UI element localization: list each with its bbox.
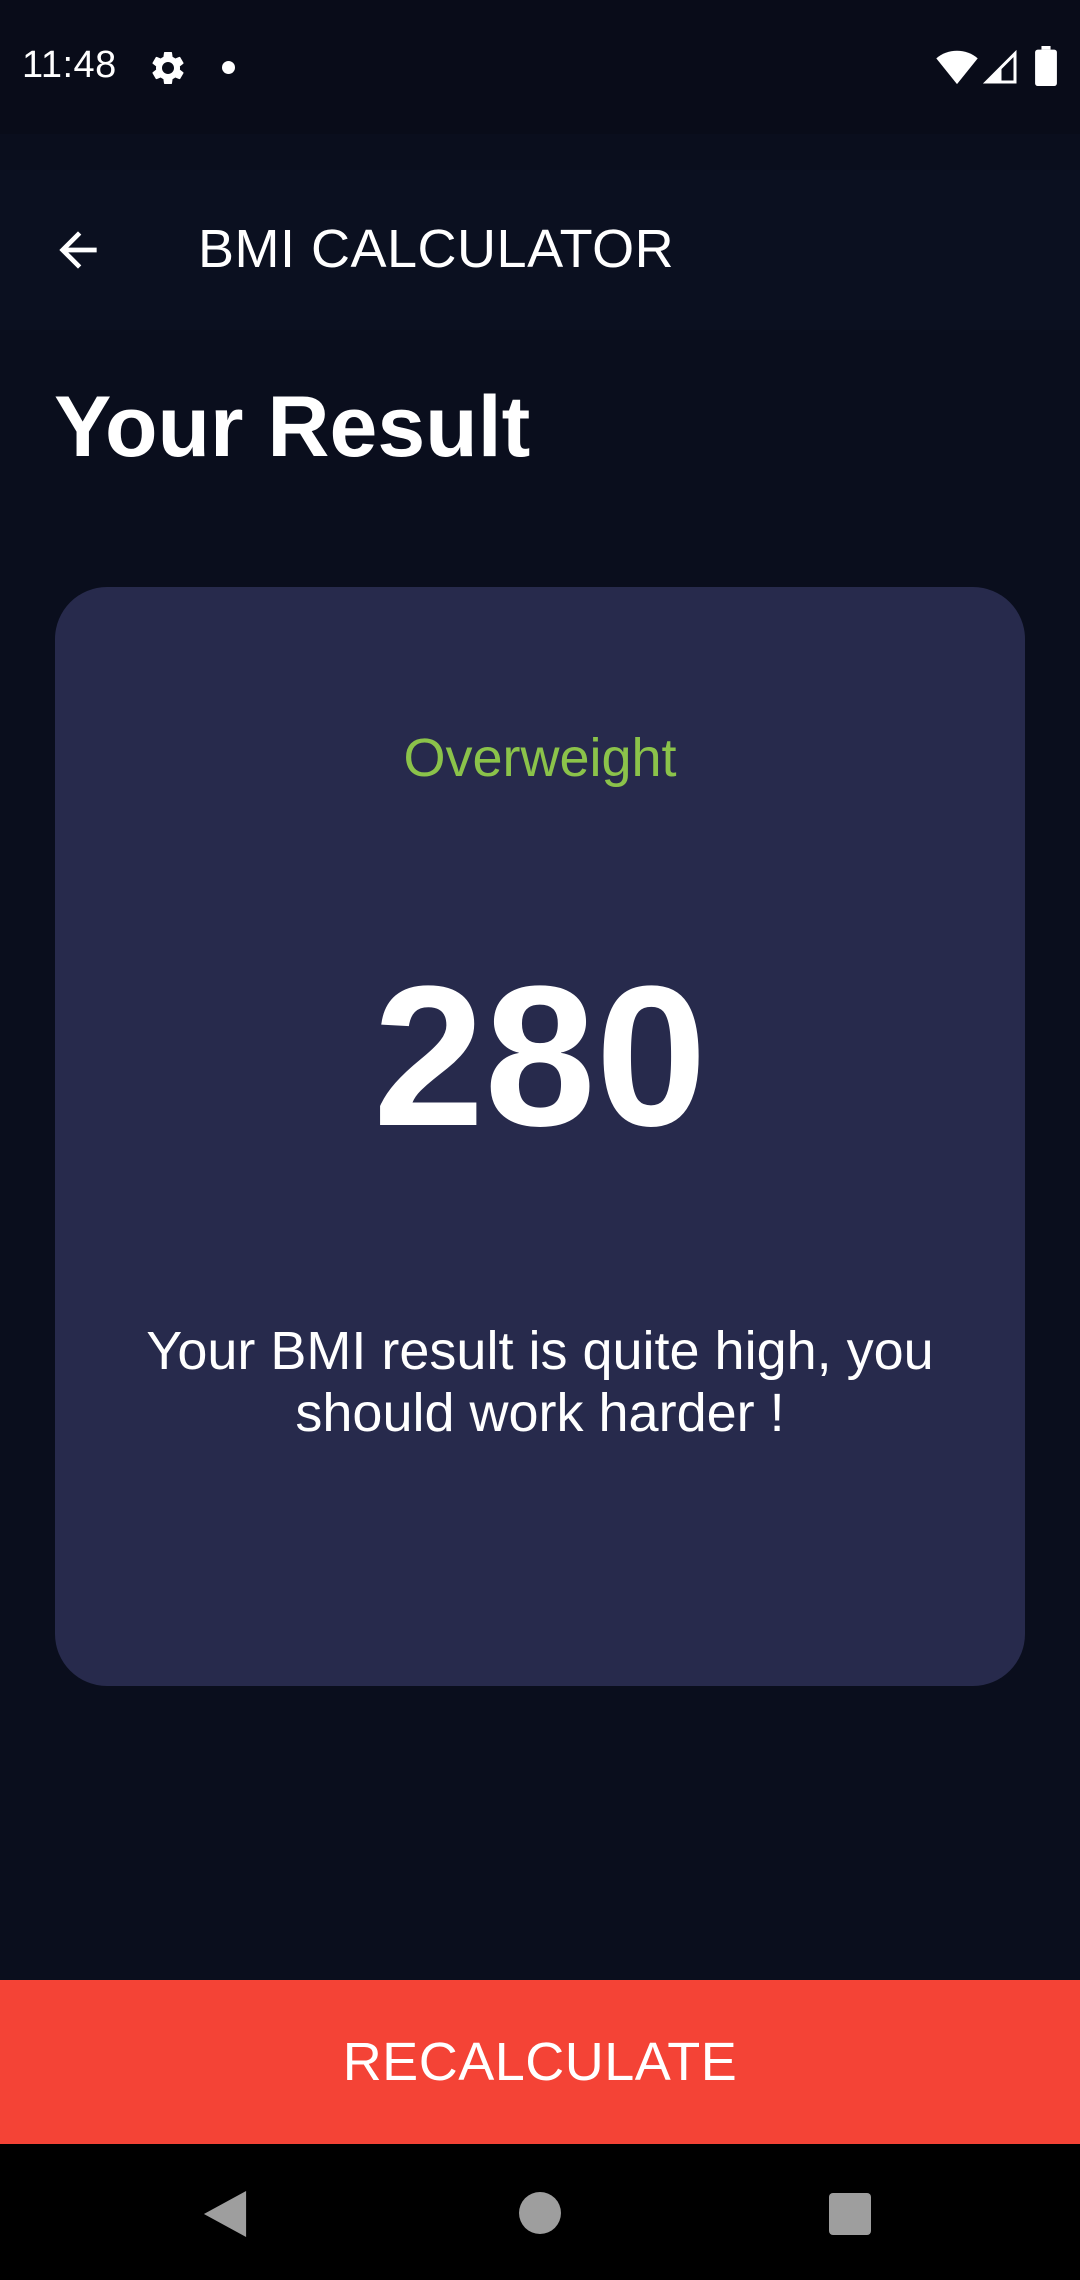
wifi-icon xyxy=(936,50,978,85)
bmi-category-label: Overweight xyxy=(403,728,677,788)
app-title: BMI CALCULATOR xyxy=(198,219,675,279)
app-bar: BMI CALCULATOR xyxy=(0,170,1080,330)
recalculate-button-label: RECALCULATE xyxy=(342,2032,738,2092)
nav-home-icon[interactable] xyxy=(519,2192,561,2234)
battery-icon xyxy=(1035,46,1057,86)
arrow-back-icon[interactable] xyxy=(50,222,106,278)
nav-recents-icon[interactable] xyxy=(829,2193,871,2235)
bmi-message: Your BMI result is quite high, you shoul… xyxy=(146,1321,934,1443)
notification-dot-icon xyxy=(222,61,235,74)
nav-back-icon[interactable] xyxy=(203,2191,247,2237)
page-title: Your Result xyxy=(54,379,531,475)
recalculate-button[interactable]: RECALCULATE xyxy=(0,1980,1080,2144)
result-card: Overweight 280 Your BMI result is quite … xyxy=(55,587,1025,1686)
status-time: 11:48 xyxy=(22,44,117,86)
bmi-value: 280 xyxy=(373,945,707,1168)
screen: 11:48 BMI CALCULATOR Your Result Overwei… xyxy=(0,0,1080,2280)
gear-icon xyxy=(152,51,184,84)
system-nav-bar xyxy=(0,2144,1080,2280)
status-bar: 11:48 xyxy=(0,0,1080,134)
signal-icon xyxy=(982,49,1017,84)
